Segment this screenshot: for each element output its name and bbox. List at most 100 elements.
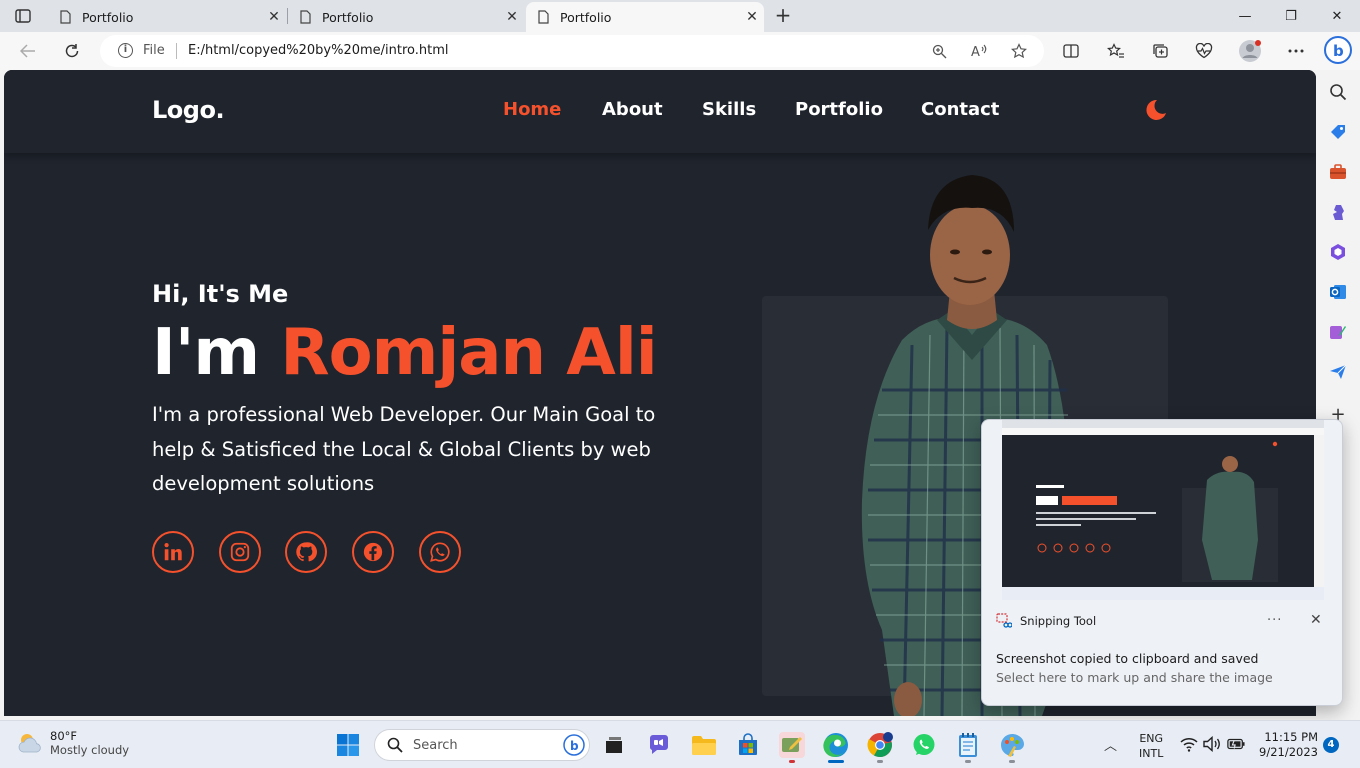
site-header: Logo. Home About Skills Portfolio Contac… xyxy=(4,70,1316,153)
designer-icon[interactable] xyxy=(1328,322,1348,342)
games-chess-icon[interactable] xyxy=(1328,202,1348,222)
microsoft-365-icon[interactable] xyxy=(1328,242,1348,262)
whatsapp-link[interactable] xyxy=(419,531,461,573)
minimize-button[interactable]: — xyxy=(1222,0,1268,32)
profile-avatar[interactable] xyxy=(1237,39,1263,63)
nav-about[interactable]: About xyxy=(602,99,663,120)
linkedin-link[interactable] xyxy=(152,531,194,573)
screenshot-thumbnail[interactable] xyxy=(1002,420,1324,600)
tab-actions-icon[interactable] xyxy=(12,6,34,26)
restore-button[interactable]: ❐ xyxy=(1268,0,1314,32)
snipping-tool-toast[interactable]: Snipping Tool ··· ✕ Screenshot copied to… xyxy=(981,419,1343,706)
github-link[interactable] xyxy=(285,531,327,573)
dark-mode-moon-icon[interactable] xyxy=(1144,98,1168,122)
whatsapp-app[interactable] xyxy=(911,732,937,758)
weather-temperature: 80°F xyxy=(50,729,77,743)
edge-browser-app[interactable] xyxy=(823,732,849,758)
hero-greeting: Hi, It's Me xyxy=(152,280,289,308)
split-screen-icon[interactable] xyxy=(1058,39,1084,63)
favorites-icon[interactable] xyxy=(1103,39,1129,63)
url-text[interactable]: E:/html/copyed%20by%20me/intro.html xyxy=(188,43,449,58)
site-logo[interactable]: Logo. xyxy=(152,96,225,124)
drop-send-icon[interactable] xyxy=(1328,362,1348,382)
svg-text:A: A xyxy=(971,45,980,58)
browser-tab-3-active[interactable]: Portfolio ✕ xyxy=(526,2,764,32)
hero-name: I'm Romjan Ali xyxy=(152,316,658,390)
back-button[interactable] xyxy=(15,39,41,63)
tab-title: Portfolio xyxy=(322,9,374,25)
toast-app-name: Snipping Tool xyxy=(1020,614,1097,628)
browser-essentials-icon[interactable] xyxy=(1191,39,1217,63)
toast-subtitle: Select here to mark up and share the ima… xyxy=(996,670,1273,685)
windows-start-button[interactable] xyxy=(336,733,360,757)
volume-icon[interactable] xyxy=(1203,736,1221,752)
page-icon xyxy=(298,10,312,24)
bing-copilot-icon[interactable]: b xyxy=(1323,35,1353,65)
microsoft-store-app[interactable] xyxy=(735,732,761,758)
tab-close-button[interactable]: ✕ xyxy=(262,9,286,25)
facebook-icon xyxy=(363,542,383,562)
refresh-button[interactable] xyxy=(59,39,85,63)
nav-contact[interactable]: Contact xyxy=(921,99,999,120)
address-bar[interactable]: i File E:/html/copyed%20by%20me/intro.ht… xyxy=(100,35,1044,67)
nav-home[interactable]: Home xyxy=(503,99,561,120)
instagram-link[interactable] xyxy=(219,531,261,573)
info-icon: i xyxy=(118,43,133,58)
battery-icon[interactable] xyxy=(1227,736,1245,752)
wifi-icon[interactable] xyxy=(1180,736,1198,752)
toast-close-button[interactable]: ✕ xyxy=(1310,612,1322,628)
page-icon xyxy=(536,10,550,24)
instagram-icon xyxy=(230,542,250,562)
chrome-app[interactable] xyxy=(867,732,893,758)
teams-chat-app[interactable] xyxy=(646,732,672,758)
new-tab-button[interactable]: + xyxy=(772,5,794,27)
weather-widget[interactable]: 80°F Mostly cloudy xyxy=(16,729,129,757)
site-info-button[interactable]: i File xyxy=(118,43,165,58)
browser-tab-1[interactable]: Portfolio ✕ xyxy=(48,2,286,32)
snip-sketch-app[interactable] xyxy=(779,732,805,758)
tab-close-button[interactable]: ✕ xyxy=(740,9,764,25)
collections-icon[interactable] xyxy=(1147,39,1173,63)
read-aloud-icon[interactable]: A xyxy=(968,41,990,61)
hero-name-prefix: I'm xyxy=(152,316,281,390)
paint-app[interactable] xyxy=(999,732,1025,758)
browser-tab-2[interactable]: Portfolio ✕ xyxy=(288,2,524,32)
outlook-icon[interactable] xyxy=(1328,282,1348,302)
zoom-icon[interactable] xyxy=(928,41,950,61)
taskbar-search-box[interactable]: Search b xyxy=(374,729,590,761)
chrome-running-indicator xyxy=(877,760,883,763)
toast-more-options[interactable]: ··· xyxy=(1267,613,1282,628)
svg-text:b: b xyxy=(570,739,579,753)
notepad-app[interactable] xyxy=(955,732,981,758)
tab-title: Portfolio xyxy=(560,9,612,25)
close-window-button[interactable]: ✕ xyxy=(1314,0,1360,32)
clock-time: 11:15 PM xyxy=(1264,730,1318,744)
favorite-star-icon[interactable] xyxy=(1008,41,1030,61)
file-explorer-app[interactable] xyxy=(691,732,717,758)
clock-date: 9/21/2023 xyxy=(1259,745,1318,759)
search-icon[interactable] xyxy=(1328,82,1348,102)
nav-portfolio[interactable]: Portfolio xyxy=(795,99,883,120)
facebook-link[interactable] xyxy=(352,531,394,573)
language-code: ENG xyxy=(1139,732,1164,745)
whatsapp-icon xyxy=(430,542,450,562)
notification-count-badge[interactable]: 4 xyxy=(1323,737,1339,753)
edge-active-indicator xyxy=(828,760,844,763)
tools-briefcase-icon[interactable] xyxy=(1328,162,1348,182)
windows-taskbar: 80°F Mostly cloudy Search b ︿ ENG INTL 1… xyxy=(0,720,1360,768)
taskbar-clock[interactable]: 11:15 PM 9/21/2023 xyxy=(1258,730,1318,760)
input-language-indicator[interactable]: ENG INTL xyxy=(1139,731,1163,761)
linkedin-icon xyxy=(164,543,182,561)
tab-close-button[interactable]: ✕ xyxy=(500,9,524,25)
task-view-app[interactable] xyxy=(601,732,627,758)
show-hidden-icons-chevron[interactable]: ︿ xyxy=(1104,735,1117,754)
bing-search-icon: b xyxy=(563,734,585,756)
paint-running-indicator xyxy=(1009,760,1015,763)
settings-more-icon[interactable] xyxy=(1283,39,1309,63)
shopping-tag-icon[interactable] xyxy=(1328,122,1348,142)
nav-skills[interactable]: Skills xyxy=(702,99,756,120)
page-icon xyxy=(58,10,72,24)
hero-name-accent: Romjan Ali xyxy=(280,316,657,390)
cloudy-weather-icon xyxy=(18,734,41,753)
github-icon xyxy=(296,542,317,562)
